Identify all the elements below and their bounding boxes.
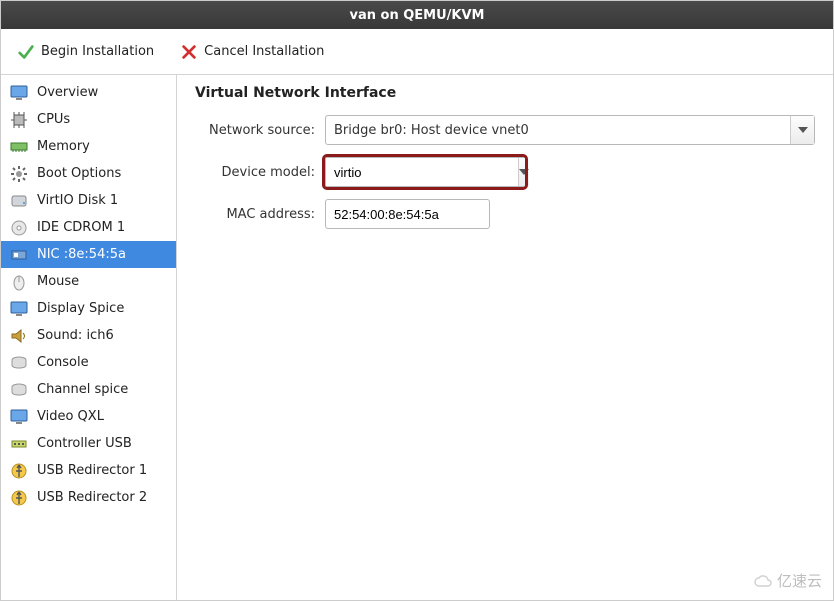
nic-icon [9, 245, 29, 265]
sidebar-item-display-spice[interactable]: Display Spice [1, 295, 176, 322]
panel-heading: Virtual Network Interface [195, 85, 815, 101]
device-model-row: Device model: [195, 157, 815, 187]
sidebar-item-mouse[interactable]: Mouse [1, 268, 176, 295]
usb-icon [9, 461, 29, 481]
network-source-row: Network source: Bridge br0: Host device … [195, 115, 815, 145]
mouse-icon [9, 272, 29, 292]
sidebar-item-label: Boot Options [37, 166, 121, 181]
monitor-icon [9, 83, 29, 103]
window-title: van on QEMU/KVM [350, 8, 485, 23]
usb-icon [9, 488, 29, 508]
monitor-icon [9, 407, 29, 427]
sidebar-item-virtio-disk-1[interactable]: VirtIO Disk 1 [1, 187, 176, 214]
console-icon [9, 353, 29, 373]
begin-label: Begin Installation [41, 44, 154, 59]
watermark: 亿速云 [753, 570, 822, 591]
content-area: Overview CPUs Memory Boot Options VirtIO Dis… [1, 75, 833, 600]
sidebar-item-label: Console [37, 355, 89, 370]
sidebar-item-label: Channel spice [37, 382, 128, 397]
device-model-input[interactable] [326, 165, 518, 180]
titlebar: van on QEMU/KVM [1, 1, 833, 29]
sidebar-item-label: IDE CDROM 1 [37, 220, 125, 235]
sidebar-item-label: Video QXL [37, 409, 104, 424]
sidebar-item-label: Sound: ich6 [37, 328, 114, 343]
sidebar-item-sound-ich6[interactable]: Sound: ich6 [1, 322, 176, 349]
sidebar-item-nic-8e-54-5a[interactable]: NIC :8e:54:5a [1, 241, 176, 268]
cancel-installation-button[interactable]: Cancel Installation [174, 39, 330, 65]
device-model-combo[interactable] [325, 157, 525, 187]
sidebar-item-label: NIC :8e:54:5a [37, 247, 126, 262]
sidebar-item-label: USB Redirector 2 [37, 490, 147, 505]
mac-address-input[interactable] [325, 199, 490, 229]
monitor-icon [9, 299, 29, 319]
cancel-label: Cancel Installation [204, 44, 324, 59]
chevron-down-icon[interactable] [518, 158, 529, 186]
sidebar-item-console[interactable]: Console [1, 349, 176, 376]
cross-icon [180, 43, 198, 61]
begin-installation-button[interactable]: Begin Installation [11, 39, 160, 65]
console-icon [9, 380, 29, 400]
sidebar-item-channel-spice[interactable]: Channel spice [1, 376, 176, 403]
sidebar-item-label: USB Redirector 1 [37, 463, 147, 478]
network-source-combo[interactable]: Bridge br0: Host device vnet0 [325, 115, 815, 145]
usb-hub-icon [9, 434, 29, 454]
sidebar-item-label: Controller USB [37, 436, 132, 451]
sidebar-item-controller-usb[interactable]: Controller USB [1, 430, 176, 457]
network-source-value: Bridge br0: Host device vnet0 [326, 123, 790, 138]
sidebar-item-label: Overview [37, 85, 98, 100]
toolbar: Begin Installation Cancel Installation [1, 29, 833, 75]
mac-address-label: MAC address: [195, 207, 315, 222]
sidebar-item-label: Display Spice [37, 301, 124, 316]
memory-icon [9, 137, 29, 157]
details-panel: Virtual Network Interface Network source… [177, 75, 833, 600]
mac-address-row: MAC address: [195, 199, 815, 229]
check-icon [17, 43, 35, 61]
sidebar-item-cpus[interactable]: CPUs [1, 106, 176, 133]
device-model-label: Device model: [195, 165, 315, 180]
gear-icon [9, 164, 29, 184]
sidebar-item-label: Mouse [37, 274, 79, 289]
chevron-down-icon[interactable] [790, 116, 814, 144]
sidebar-item-label: VirtIO Disk 1 [37, 193, 118, 208]
cpu-icon [9, 110, 29, 130]
cloud-icon [753, 574, 773, 588]
sidebar: Overview CPUs Memory Boot Options VirtIO Dis… [1, 75, 177, 600]
disk-icon [9, 191, 29, 211]
sidebar-item-boot-options[interactable]: Boot Options [1, 160, 176, 187]
network-source-label: Network source: [195, 123, 315, 138]
sound-icon [9, 326, 29, 346]
cdrom-icon [9, 218, 29, 238]
sidebar-item-usb-redirector-2[interactable]: USB Redirector 2 [1, 484, 176, 511]
sidebar-item-usb-redirector-1[interactable]: USB Redirector 1 [1, 457, 176, 484]
sidebar-item-overview[interactable]: Overview [1, 79, 176, 106]
sidebar-item-label: CPUs [37, 112, 70, 127]
sidebar-item-label: Memory [37, 139, 90, 154]
sidebar-item-memory[interactable]: Memory [1, 133, 176, 160]
watermark-text: 亿速云 [777, 570, 822, 591]
vm-window: van on QEMU/KVM Begin Installation Cance… [0, 0, 834, 601]
sidebar-item-ide-cdrom-1[interactable]: IDE CDROM 1 [1, 214, 176, 241]
sidebar-item-video-qxl[interactable]: Video QXL [1, 403, 176, 430]
